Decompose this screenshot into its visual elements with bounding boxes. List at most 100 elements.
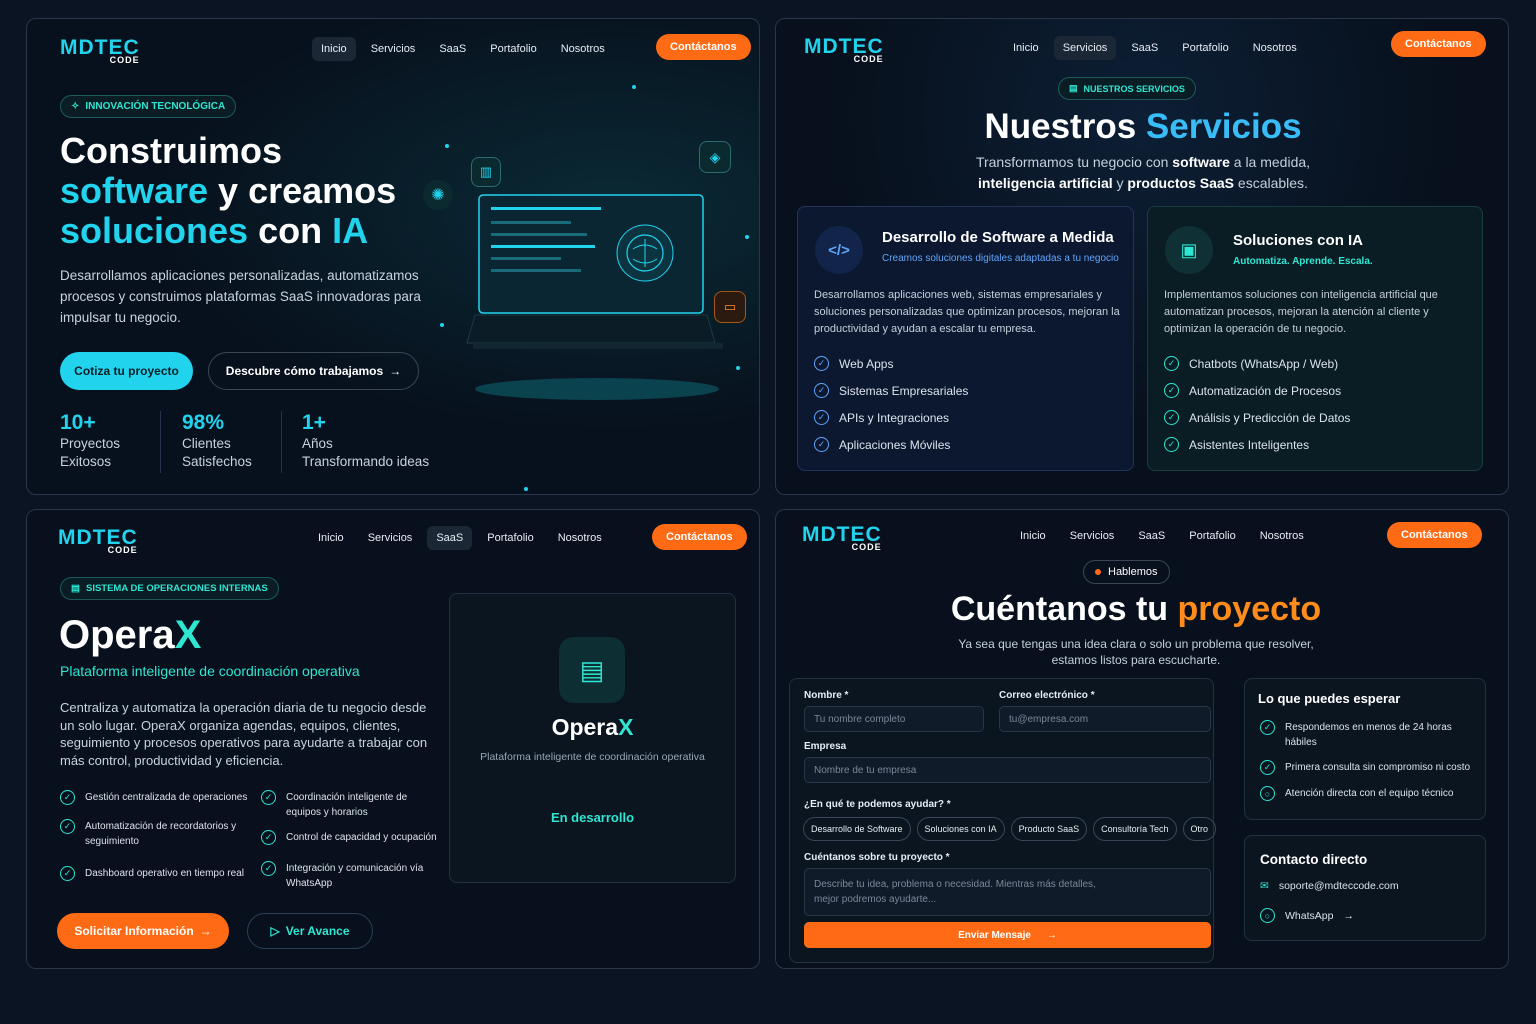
play-icon: ▷ <box>270 924 280 938</box>
card-description: Desarrollamos aplicaciones web, sistemas… <box>814 289 1120 335</box>
nav-inicio[interactable]: Inicio <box>309 526 353 550</box>
check-icon: ✓ <box>1260 720 1275 735</box>
saas-subtitle: Plataforma inteligente de coordinación o… <box>60 663 360 679</box>
check-icon: ✓ <box>814 356 829 371</box>
submit-button[interactable]: Enviar Mensaje → <box>804 922 1211 948</box>
card-title: OperaX <box>551 714 634 740</box>
feature-item: ✓ Coordinación inteligente de equipos y h… <box>261 790 443 820</box>
company-label: Empresa <box>804 741 847 752</box>
nav-inicio[interactable]: Inicio <box>312 37 356 61</box>
nav-nosotros[interactable]: Nosotros <box>549 526 611 550</box>
option-other[interactable]: Otro <box>1182 817 1217 841</box>
logo-sub: CODE <box>851 542 882 552</box>
nav-nosotros[interactable]: Nosotros <box>1251 524 1313 548</box>
services-panel: MDTEC CODE Inicio Servicios SaaS Portafo… <box>775 18 1509 495</box>
list-item: ✓ Asistentes Inteligentes <box>1164 437 1309 452</box>
saas-panel: MDTEC CODE Inicio Servicios SaaS Portafo… <box>26 509 760 969</box>
card-title: Desarrollo de Software a Medida <box>882 229 1114 246</box>
option-saas[interactable]: Producto SaaS <box>1010 817 1088 841</box>
card-title: Soluciones con IA <box>1233 232 1364 249</box>
saas-badge: ▤ SISTEMA DE OPERACIONES INTERNAS <box>60 577 279 600</box>
nav-saas[interactable]: SaaS <box>1122 36 1167 60</box>
check-icon: ✓ <box>1164 356 1179 371</box>
expect-item: ✓ Respondemos en menos de 24 horas hábile… <box>1260 720 1478 750</box>
stat-projects: 10+ Proyectos Exitosos <box>60 411 121 469</box>
option-ai[interactable]: Soluciones con IA <box>916 817 1005 841</box>
check-icon: ✓ <box>1164 437 1179 452</box>
list-item: ✓ Sistemas Empresariales <box>814 383 968 398</box>
card-description: Implementamos soluciones con inteligenci… <box>1164 289 1438 335</box>
arrow-right-icon: → <box>1343 909 1354 922</box>
innovation-badge: ✧ INNOVACIÓN TECNOLÓGICA <box>60 95 237 118</box>
contact-button[interactable]: Contáctanos <box>1387 522 1482 548</box>
nav-inicio[interactable]: Inicio <box>1004 36 1048 60</box>
direct-contact-card: Contacto directo ✉ soporte@mdteccode.com … <box>1244 835 1486 941</box>
contact-form: Nombre * Correo electrónico * Tu nombre … <box>789 678 1217 963</box>
layers-icon: ◈ <box>699 141 731 173</box>
view-progress-button[interactable]: ▷ Ver Avance <box>247 913 373 949</box>
nav-portafolio[interactable]: Portafolio <box>481 37 545 61</box>
contact-button[interactable]: Contáctanos <box>652 524 747 550</box>
whatsapp-link[interactable]: ○ WhatsApp → <box>1260 908 1354 923</box>
how-we-work-button[interactable]: Descubre cómo trabajamos → <box>208 352 419 390</box>
nav-nosotros[interactable]: Nosotros <box>552 37 614 61</box>
particle <box>632 85 636 89</box>
logo-sub: CODE <box>109 55 140 65</box>
contact-button[interactable]: Contáctanos <box>1391 31 1486 57</box>
check-icon: ✓ <box>60 866 75 881</box>
email-input[interactable]: tu@empresa.com <box>999 706 1211 732</box>
brand-logo[interactable]: MDTEC CODE <box>804 36 884 64</box>
project-label: Cuéntanos sobre tu proyecto * <box>804 852 950 863</box>
nav-servicios[interactable]: Servicios <box>1061 524 1124 548</box>
check-icon: ✓ <box>814 410 829 425</box>
contact-title: Cuéntanos tu proyecto <box>950 590 1322 628</box>
nav-nosotros[interactable]: Nosotros <box>1244 36 1306 60</box>
arrow-right-icon: → <box>1046 929 1057 941</box>
ai-service-card: ▣ Soluciones con IA Automatiza. Aprende.… <box>1147 206 1483 471</box>
nav-saas[interactable]: SaaS <box>430 37 475 61</box>
brand-logo[interactable]: MDTEC CODE <box>58 527 138 555</box>
feature-item: ✓ Control de capacidad y ocupación <box>261 830 443 845</box>
chat-icon: ▭ <box>714 291 746 323</box>
document-icon: ▤ <box>559 637 625 703</box>
stat-clients: 98% Clientes Satisfechos <box>182 411 252 469</box>
nav-portafolio[interactable]: Portafolio <box>1180 524 1244 548</box>
status-label: En desarrollo <box>550 810 635 825</box>
email-label: Correo electrónico * <box>999 690 1095 701</box>
card-title: Contacto directo <box>1260 852 1368 867</box>
check-icon: ✓ <box>261 790 276 805</box>
document-icon: ▤ <box>71 583 80 594</box>
arrow-right-icon: → <box>199 924 212 938</box>
name-input[interactable]: Tu nombre completo <box>804 706 984 732</box>
main-nav: Inicio Servicios SaaS Portafolio Nosotro… <box>312 37 614 61</box>
request-info-button[interactable]: Solicitar Información → <box>57 913 229 949</box>
email-link[interactable]: ✉ soporte@mdteccode.com <box>1260 880 1399 892</box>
contact-button[interactable]: Contáctanos <box>656 34 751 60</box>
nav-saas[interactable]: SaaS <box>1129 524 1174 548</box>
card-subtitle: Automatiza. Aprende. Escala. <box>1233 256 1373 267</box>
option-consulting[interactable]: Consultoría Tech <box>1093 817 1177 841</box>
nav-portafolio[interactable]: Portafolio <box>1173 36 1237 60</box>
company-input[interactable]: Nombre de tu empresa <box>804 757 1211 783</box>
nav-portafolio[interactable]: Portafolio <box>478 526 542 550</box>
nav-inicio[interactable]: Inicio <box>1011 524 1055 548</box>
card-title: Lo que puedes esperar <box>1258 691 1401 706</box>
option-software[interactable]: Desarrollo de Software <box>803 817 911 841</box>
project-textarea[interactable]: Describe tu idea, problema o necesidad. … <box>804 868 1211 916</box>
services-badge: ▤ NUESTROS SERVICIOS <box>1058 77 1196 100</box>
nav-servicios[interactable]: Servicios <box>359 526 422 550</box>
divider <box>160 411 161 473</box>
card-subtitle: Plataforma inteligente de coordinación o… <box>480 751 705 763</box>
contact-panel: MDTEC CODE Inicio Servicios SaaS Portafo… <box>775 509 1509 969</box>
nav-servicios[interactable]: Servicios <box>362 37 425 61</box>
nav-saas[interactable]: SaaS <box>427 526 473 550</box>
chat-icon: ○ <box>1260 786 1275 801</box>
brand-logo[interactable]: MDTEC CODE <box>60 37 140 65</box>
nav-servicios[interactable]: Servicios <box>1053 36 1117 60</box>
divider <box>281 411 282 473</box>
card-subtitle: Creamos soluciones digitales adaptadas a… <box>882 253 1119 264</box>
brand-logo[interactable]: MDTEC CODE <box>802 524 882 552</box>
main-nav: Inicio Servicios SaaS Portafolio Nosotro… <box>1011 524 1313 548</box>
chat-icon: ○ <box>1260 908 1275 923</box>
quote-button[interactable]: Cotiza tu proyecto <box>60 352 193 390</box>
